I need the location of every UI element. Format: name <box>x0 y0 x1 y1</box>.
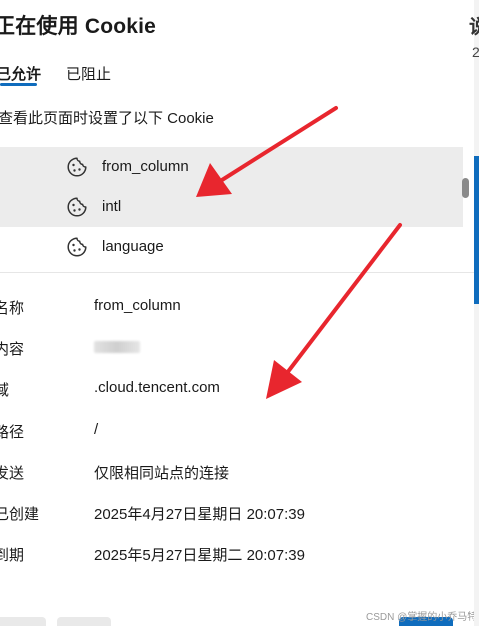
footer-button[interactable] <box>57 617 111 626</box>
footer-button[interactable] <box>0 617 46 626</box>
tab-allowed[interactable]: 已允许 <box>0 63 41 84</box>
detail-value: .cloud.tencent.com <box>94 379 220 396</box>
detail-label: 名称 <box>0 300 25 317</box>
background-text: 2 <box>472 44 479 60</box>
cookie-name: from_column <box>102 158 189 175</box>
detail-label: 已创建 <box>0 506 40 523</box>
tab-blocked[interactable]: 已阻止 <box>66 63 111 84</box>
dialog-title: 正在使用 Cookie <box>0 15 157 38</box>
cookie-list: from_column intl language <box>0 147 463 267</box>
detail-row-content: 内容 <box>0 338 474 362</box>
detail-value: / <box>94 421 99 438</box>
detail-row-send: 发送 仅限相同站点的连接 <box>0 462 474 486</box>
detail-row-domain: 域 .cloud.tencent.com <box>0 379 474 403</box>
detail-value: from_column <box>94 297 181 314</box>
cookie-icon <box>67 157 87 177</box>
cookie-list-description: 查看此页面时设置了以下 Cookie <box>0 110 214 127</box>
cookie-name: intl <box>102 198 122 215</box>
detail-value: 仅限相同站点的连接 <box>94 465 230 482</box>
detail-value: 2025年5月27日星期二 20:07:39 <box>94 547 305 564</box>
background-text: 说 <box>469 17 479 38</box>
list-item[interactable]: intl <box>0 187 463 227</box>
list-item[interactable]: from_column <box>0 147 463 187</box>
watermark: CSDN @掌握的小乔马特 <box>366 612 474 623</box>
background-window <box>474 0 479 626</box>
detail-value-redacted <box>94 338 140 357</box>
redacted-blur <box>94 341 140 353</box>
detail-row-path: 路径 / <box>0 421 474 445</box>
detail-row-name: 名称 from_column <box>0 297 474 321</box>
detail-value: 2025年4月27日星期日 20:07:39 <box>94 506 305 523</box>
detail-label: 内容 <box>0 341 25 358</box>
detail-label: 路径 <box>0 424 25 441</box>
cookie-icon <box>67 237 87 257</box>
cookie-dialog: 正在使用 Cookie 已允许 已阻止 查看此页面时设置了以下 Cookie f… <box>0 0 474 626</box>
divider <box>0 272 474 273</box>
list-scrollbar-thumb[interactable] <box>462 178 469 198</box>
background-accent <box>474 156 479 304</box>
detail-label: 域 <box>0 382 10 399</box>
active-tab-indicator <box>0 83 37 86</box>
detail-label: 发送 <box>0 465 25 482</box>
list-item[interactable]: language <box>0 227 463 267</box>
detail-row-expires: 到期 2025年5月27日星期二 20:07:39 <box>0 544 474 568</box>
detail-row-created: 已创建 2025年4月27日星期日 20:07:39 <box>0 503 474 527</box>
detail-label: 到期 <box>0 547 25 564</box>
cookie-icon <box>67 197 87 217</box>
cookie-name: language <box>102 238 164 255</box>
